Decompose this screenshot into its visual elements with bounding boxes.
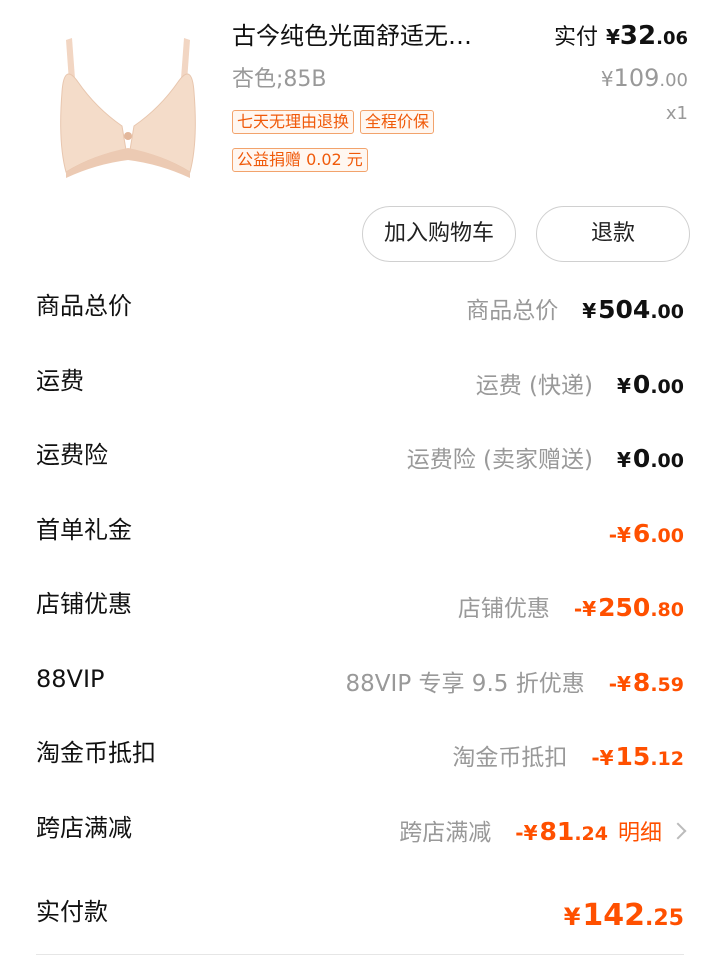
fee-value-wrap: 店铺优惠 -¥ 250.80 xyxy=(458,588,684,628)
product-title[interactable]: 古今纯色光面舒适无… xyxy=(232,18,532,54)
fee-amount-dec: .80 xyxy=(650,599,684,621)
fee-row: 淘金币抵扣 淘金币抵扣 -¥ 15.12 xyxy=(0,733,720,807)
divider xyxy=(36,954,684,955)
fee-label: 运费 xyxy=(36,367,84,395)
fee-amount-sign: -¥ xyxy=(573,597,597,621)
order-item-card[interactable]: 古今纯色光面舒适无… 杏色;85B 七天无理由退换 全程价保 公益捐赠 0.02 … xyxy=(0,0,720,200)
fee-row: 88VIP 88VIP 专享 9.5 折优惠 -¥ 8.59 xyxy=(0,659,720,733)
fee-amount: ¥0.00 xyxy=(617,439,684,481)
total-amount: ¥142.25 xyxy=(564,896,684,939)
total-label: 实付款 xyxy=(36,898,108,926)
fee-value-wrap: 运费 (快递) ¥0.00 xyxy=(476,365,684,405)
total-dec: .25 xyxy=(645,906,684,931)
fee-row[interactable]: 跨店满减 跨店满减 -¥ 81.24 明细 xyxy=(0,808,720,882)
fee-amount-int: 8 xyxy=(632,668,651,697)
fee-amount-dec: .00 xyxy=(650,525,684,547)
tag-price-protect: 全程价保 xyxy=(360,110,435,134)
fee-label: 店铺优惠 xyxy=(36,590,132,618)
fee-amount: ¥504.00 xyxy=(582,290,684,332)
fee-label: 商品总价 xyxy=(36,292,132,320)
fee-description: 跨店满减 xyxy=(399,820,492,846)
fee-amount: ¥0.00 xyxy=(617,365,684,407)
total-amount-wrap: ¥142.25 xyxy=(564,896,684,936)
detail-link[interactable]: 明细 xyxy=(618,814,662,854)
fee-amount-sign: -¥ xyxy=(591,746,614,770)
fee-label: 淘金币抵扣 xyxy=(36,739,156,767)
fee-amount-sign: -¥ xyxy=(608,672,631,696)
fee-amount-int: 0 xyxy=(632,370,651,399)
tag-charity: 公益捐赠 0.02 元 xyxy=(232,148,368,172)
fee-amount-int: 6 xyxy=(632,519,651,548)
fee-amount-dec: .59 xyxy=(650,674,684,696)
fee-amount: -¥ 81.24 xyxy=(515,812,608,854)
fee-amount-sign: ¥ xyxy=(582,299,597,323)
item-quantity: x1 xyxy=(665,103,688,124)
fee-amount-dec: .00 xyxy=(650,450,684,472)
product-sku: 杏色;85B xyxy=(232,67,327,92)
total-sign: ¥ xyxy=(563,903,581,931)
fee-amount-dec: .00 xyxy=(650,376,684,398)
fee-amount-dec: .24 xyxy=(574,823,608,845)
fee-description: 淘金币抵扣 xyxy=(452,745,568,771)
paid-label: 实付 xyxy=(553,25,598,50)
fee-label: 首单礼金 xyxy=(36,516,132,544)
fee-value-wrap: 运费险 (卖家赠送) ¥0.00 xyxy=(407,439,684,479)
fee-label: 跨店满减 xyxy=(36,814,132,842)
fee-amount-sign: ¥ xyxy=(617,448,631,472)
fee-label: 88VIP xyxy=(36,665,105,693)
fee-amount-sign: -¥ xyxy=(608,523,631,547)
total-int: 142 xyxy=(582,898,646,933)
fee-value-wrap: 商品总价 ¥504.00 xyxy=(466,290,684,330)
fee-label: 运费险 xyxy=(36,441,108,469)
bra-product-image[interactable] xyxy=(44,22,212,190)
fee-row: 商品总价 商品总价 ¥504.00 xyxy=(0,286,720,360)
total-row: 实付款 ¥142.25 xyxy=(0,892,720,957)
refund-button[interactable]: 退款 xyxy=(536,206,690,262)
item-original-price: ¥109.00 xyxy=(601,62,688,97)
fee-row: 运费 运费 (快递) ¥0.00 xyxy=(0,361,720,435)
fee-amount-int: 250 xyxy=(598,593,651,622)
fee-description: 运费险 (卖家赠送) xyxy=(406,447,593,473)
chevron-right-icon[interactable] xyxy=(669,822,687,840)
fee-description: 店铺优惠 xyxy=(457,596,550,622)
fee-description: 88VIP 专享 9.5 折优惠 xyxy=(345,671,585,697)
fee-amount: -¥ 250.80 xyxy=(574,588,684,630)
fee-row: 运费险 运费险 (卖家赠送) ¥0.00 xyxy=(0,435,720,509)
fee-amount-int: 15 xyxy=(615,742,651,771)
paid-int: 32 xyxy=(619,21,657,51)
add-to-cart-button[interactable]: 加入购物车 xyxy=(362,206,516,262)
fee-amount: -¥ 6.00 xyxy=(609,514,684,556)
fee-value-wrap: -¥ 6.00 xyxy=(609,514,684,554)
fee-value-wrap: 88VIP 专享 9.5 折优惠 -¥ 8.59 xyxy=(346,663,684,703)
fee-amount-int: 81 xyxy=(539,817,575,846)
service-tags: 七天无理由退换 全程价保 公益捐赠 0.02 元 xyxy=(232,110,552,186)
fee-amount-int: 504 xyxy=(598,295,651,324)
fee-amount: -¥ 8.59 xyxy=(609,663,684,705)
item-paid-price: 实付 ¥32.06 xyxy=(554,18,688,57)
paid-dec: .06 xyxy=(656,28,688,49)
fee-row: 首单礼金 -¥ 6.00 xyxy=(0,510,720,584)
fee-description: 运费 (快递) xyxy=(475,373,593,399)
orig-int: 109 xyxy=(613,64,660,92)
fee-amount-dec: .12 xyxy=(650,748,684,770)
fee-amount-sign: -¥ xyxy=(515,821,538,845)
fee-value-wrap: 跨店满减 -¥ 81.24 明细 xyxy=(399,812,687,854)
fee-row: 店铺优惠 店铺优惠 -¥ 250.80 xyxy=(0,584,720,658)
orig-symbol: ¥ xyxy=(600,67,614,91)
fee-amount-int: 0 xyxy=(632,444,651,473)
fee-description: 商品总价 xyxy=(466,298,559,324)
orig-dec: .00 xyxy=(659,70,688,91)
fee-amount-dec: .00 xyxy=(650,301,684,323)
tag-return: 七天无理由退换 xyxy=(232,110,355,134)
fee-value-wrap: 淘金币抵扣 -¥ 15.12 xyxy=(452,737,684,777)
fee-amount-sign: ¥ xyxy=(617,374,631,398)
paid-symbol: ¥ xyxy=(606,25,620,49)
fee-amount: -¥ 15.12 xyxy=(591,737,684,779)
